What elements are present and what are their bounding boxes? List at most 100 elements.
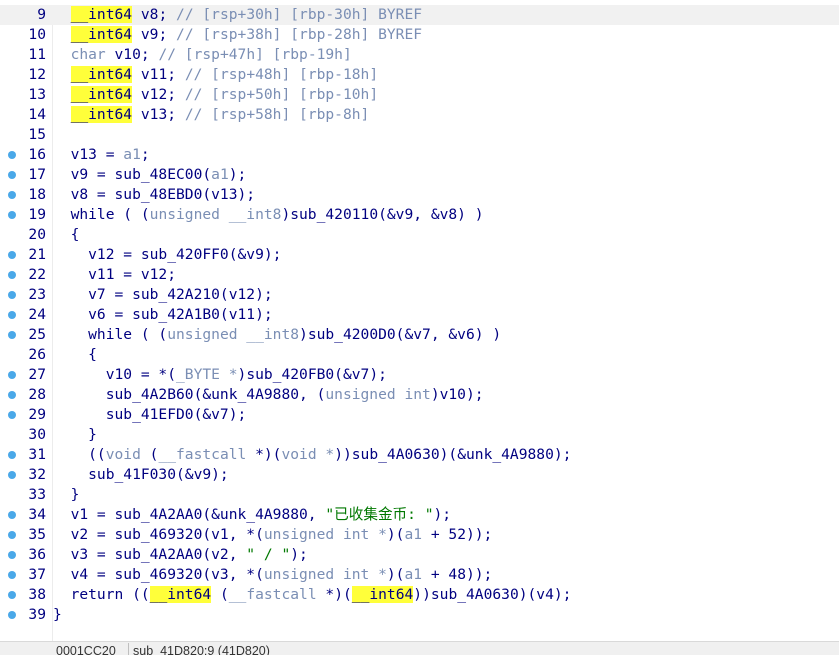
code-text[interactable]: v2 = sub_469320(v1, *(unsigned int *)(a1… <box>53 525 493 545</box>
code-token[interactable]: ); <box>229 166 247 183</box>
type-token[interactable]: unsigned int * <box>264 566 387 583</box>
code-token[interactable]: ( <box>211 586 229 603</box>
code-line[interactable]: 31 ((void (__fastcall *)(void *))sub_4A0… <box>0 445 839 465</box>
code-comment[interactable]: // [rsp+47h] [rbp-19h] <box>158 46 351 63</box>
code-line[interactable]: 24 v6 = sub_42A1B0(v11); <box>0 305 839 325</box>
code-line[interactable]: 23 v7 = sub_42A210(v12); <box>0 285 839 305</box>
type-token[interactable]: unsigned __int8 <box>167 326 299 343</box>
code-token[interactable]: ( <box>141 446 159 463</box>
code-token[interactable]: v12; <box>132 86 185 103</box>
code-text[interactable]: v12 = sub_420FF0(&v9); <box>53 245 281 265</box>
pseudocode-view[interactable]: 9 __int64 v8; // [rsp+30h] [rbp-30h] BYR… <box>0 5 839 645</box>
code-text[interactable]: __int64 v11; // [rsp+48h] [rbp-18h] <box>53 65 378 85</box>
code-token[interactable]: v10 = *( <box>53 366 176 383</box>
code-text[interactable]: v6 = sub_42A1B0(v11); <box>53 305 273 325</box>
code-text[interactable]: sub_41EFD0(&v7); <box>53 405 247 425</box>
code-token[interactable]: )v10); <box>431 386 484 403</box>
code-text[interactable]: v4 = sub_469320(v3, *(unsigned int *)(a1… <box>53 565 493 585</box>
code-token[interactable]: v10; <box>106 46 159 63</box>
code-line[interactable]: 20 { <box>0 225 839 245</box>
code-text[interactable]: } <box>53 605 62 625</box>
code-token[interactable]: { <box>53 226 80 243</box>
code-line[interactable]: 30 } <box>0 425 839 445</box>
code-line[interactable]: 39} <box>0 605 839 625</box>
code-token[interactable] <box>53 86 71 103</box>
highlighted-token[interactable]: __int64 <box>351 586 414 603</box>
code-token[interactable]: { <box>53 346 97 363</box>
code-line[interactable]: 16 v13 = a1; <box>0 145 839 165</box>
type-token[interactable]: unsigned int <box>325 386 430 403</box>
code-token[interactable]: ; <box>141 146 150 163</box>
code-text[interactable]: char v10; // [rsp+47h] [rbp-19h] <box>53 45 352 65</box>
type-token[interactable]: char <box>71 46 106 63</box>
highlighted-token[interactable]: __int64 <box>70 106 133 123</box>
type-token[interactable]: void <box>106 446 141 463</box>
code-token[interactable]: ))sub_4A0630)(&unk_4A9880); <box>334 446 571 463</box>
code-line[interactable]: 21 v12 = sub_420FF0(&v9); <box>0 245 839 265</box>
code-comment[interactable]: // [rsp+38h] [rbp-28h] BYREF <box>176 26 422 43</box>
code-text[interactable]: } <box>53 425 97 445</box>
code-token[interactable]: sub_41EFD0(&v7); <box>53 406 247 423</box>
code-text[interactable]: __int64 v13; // [rsp+58h] [rbp-8h] <box>53 105 369 125</box>
code-text[interactable]: v7 = sub_42A210(v12); <box>53 285 273 305</box>
code-token[interactable]: v7 = sub_42A210(v12); <box>53 286 273 303</box>
code-line[interactable]: 22 v11 = v12; <box>0 265 839 285</box>
code-line[interactable]: 15 <box>0 125 839 145</box>
code-text[interactable]: v13 = a1; <box>53 145 150 165</box>
code-line[interactable]: 29 sub_41EFD0(&v7); <box>0 405 839 425</box>
code-token[interactable]: v4 = sub_469320(v3, *( <box>53 566 264 583</box>
code-text[interactable]: v8 = sub_48EBD0(v13); <box>53 185 256 205</box>
code-token[interactable]: )( <box>387 526 405 543</box>
code-line[interactable]: 26 { <box>0 345 839 365</box>
code-line[interactable]: 28 sub_4A2B60(&unk_4A9880, (unsigned int… <box>0 385 839 405</box>
code-text[interactable]: __int64 v8; // [rsp+30h] [rbp-30h] BYREF <box>53 5 422 25</box>
code-text[interactable]: v11 = v12; <box>53 265 176 285</box>
code-token[interactable] <box>53 26 71 43</box>
code-token[interactable]: + 48)); <box>422 566 493 583</box>
code-line[interactable]: 37 v4 = sub_469320(v3, *(unsigned int *)… <box>0 565 839 585</box>
code-comment[interactable]: // [rsp+30h] [rbp-30h] BYREF <box>176 6 422 23</box>
code-text[interactable]: { <box>53 225 80 245</box>
code-token[interactable]: v2 = sub_469320(v1, *( <box>53 526 264 543</box>
code-line[interactable]: 35 v2 = sub_469320(v1, *(unsigned int *)… <box>0 525 839 545</box>
code-token[interactable]: v3 = sub_4A2AA0(v2, <box>53 546 246 563</box>
string-literal[interactable]: "已收集金币: " <box>325 506 433 523</box>
code-token[interactable]: v9 = sub_48EC00( <box>53 166 212 183</box>
code-token[interactable]: v9; <box>132 26 176 43</box>
type-token[interactable]: _BYTE * <box>176 366 238 383</box>
type-token[interactable]: unsigned int * <box>264 526 387 543</box>
code-token[interactable]: ))sub_4A0630)(v4); <box>413 586 571 603</box>
code-token[interactable]: v11 = v12; <box>53 266 176 283</box>
highlighted-token[interactable]: __int64 <box>70 6 133 23</box>
type-token[interactable]: void * <box>281 446 334 463</box>
code-comment[interactable]: // [rsp+48h] [rbp-18h] <box>185 66 378 83</box>
code-token[interactable]: )sub_420110(&v9, &v8) ) <box>281 206 483 223</box>
code-text[interactable]: v3 = sub_4A2AA0(v2, " / "); <box>53 545 308 565</box>
code-token[interactable]: v12 = sub_420FF0(&v9); <box>53 246 281 263</box>
code-token[interactable]: return (( <box>53 586 150 603</box>
highlighted-token[interactable]: __int64 <box>70 86 133 103</box>
code-text[interactable]: __int64 v9; // [rsp+38h] [rbp-28h] BYREF <box>53 25 422 45</box>
code-token[interactable]: ); <box>290 546 308 563</box>
code-line[interactable]: 10 __int64 v9; // [rsp+38h] [rbp-28h] BY… <box>0 25 839 45</box>
highlighted-token[interactable]: __int64 <box>70 66 133 83</box>
code-token[interactable]: *)( <box>317 586 351 603</box>
code-text[interactable]: return ((__int64 (__fastcall *)(__int64)… <box>53 585 571 605</box>
code-token[interactable]: } <box>53 486 80 503</box>
code-token[interactable]: } <box>53 606 62 623</box>
code-text[interactable]: } <box>53 485 80 505</box>
code-line[interactable]: 38 return ((__int64 (__fastcall *)(__int… <box>0 585 839 605</box>
code-line[interactable]: 14 __int64 v13; // [rsp+58h] [rbp-8h] <box>0 105 839 125</box>
code-line[interactable]: 27 v10 = *(_BYTE *)sub_420FB0(&v7); <box>0 365 839 385</box>
string-literal[interactable]: " / " <box>246 546 290 563</box>
code-text[interactable]: v1 = sub_4A2AA0(&unk_4A9880, "已收集金币: "); <box>53 505 452 525</box>
code-token[interactable]: (( <box>53 446 106 463</box>
code-token[interactable]: v6 = sub_42A1B0(v11); <box>53 306 273 323</box>
code-token[interactable]: v8 = sub_48EBD0(v13); <box>53 186 256 203</box>
code-token[interactable]: while ( ( <box>53 326 167 343</box>
code-text[interactable]: ((void (__fastcall *)(void *))sub_4A0630… <box>53 445 571 465</box>
code-text[interactable]: while ( (unsigned __int8)sub_4200D0(&v7,… <box>53 325 501 345</box>
type-token[interactable]: a1 <box>211 166 229 183</box>
code-token[interactable]: v8; <box>132 6 176 23</box>
code-token[interactable]: ); <box>434 506 452 523</box>
